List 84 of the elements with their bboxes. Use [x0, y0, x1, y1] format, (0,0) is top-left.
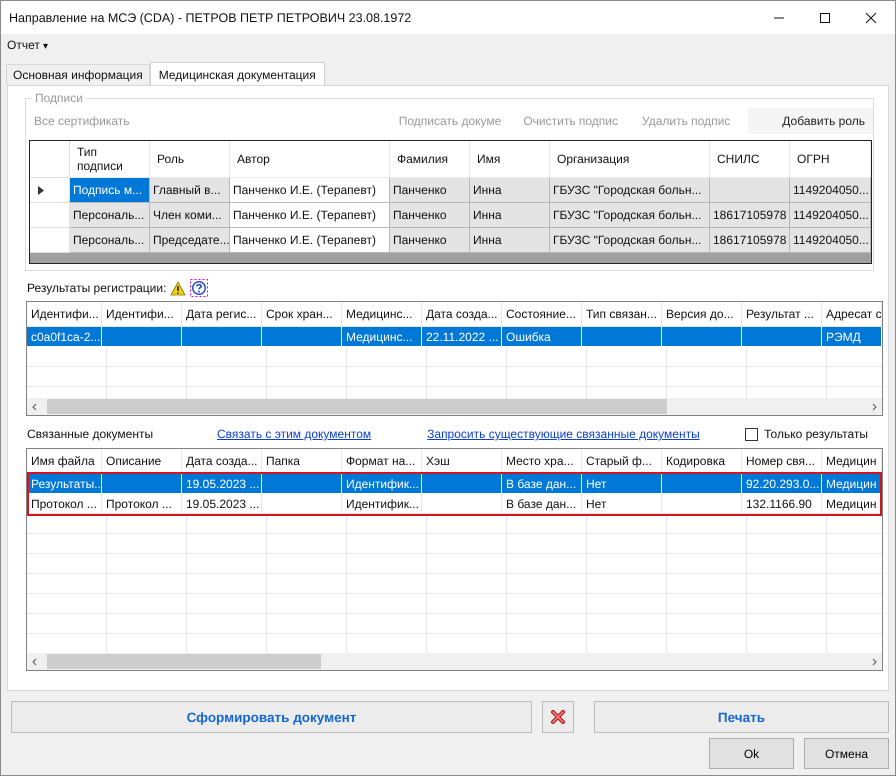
column-header[interactable]: СНИЛС [710, 141, 790, 178]
table-cell: 132.1166.90 [746, 496, 812, 510]
column-header[interactable]: Автор [230, 141, 390, 178]
table-cell: 1149204050... [790, 228, 871, 253]
cross-icon [550, 709, 566, 725]
table-cell: РЭМД [826, 330, 861, 344]
table-cell: Нет [586, 476, 606, 490]
table-cell: Подпись м... [70, 178, 150, 203]
table-cell: Панченко [390, 228, 470, 253]
column-header[interactable]: Имя [470, 141, 550, 178]
only-results-checkbox[interactable]: Только результаты [745, 427, 868, 441]
toolbar-button[interactable]: Добавить роль [748, 108, 873, 134]
table-cell: 92.20.293.0... [746, 476, 820, 490]
table-cell: 18617105978 [710, 203, 790, 228]
table-cell: Персональ... [70, 203, 150, 228]
horizontal-scrollbar[interactable] [27, 653, 882, 670]
scroll-left-icon[interactable] [31, 658, 39, 666]
table-cell: 19.05.2023 ... [186, 496, 260, 510]
table-cell: Нет [586, 496, 606, 510]
link[interactable]: Запросить существующие связанные документы [427, 427, 700, 441]
column-header[interactable]: Роль [150, 141, 230, 178]
table-cell: Панченко И.Е. (Терапевт) [230, 203, 390, 228]
window-title: Направление на МСЭ (CDA) - ПЕТРОВ ПЕТР ПЕТРОВИЧ 23.08.1972 [9, 10, 412, 24]
table-cell: Инна [470, 203, 550, 228]
table-cell: ГБУЗС "Городская больн... [550, 178, 710, 203]
table-cell: ГБУЗС "Городская больн... [550, 228, 710, 253]
table-cell: c0a0f1ca-2... [31, 330, 100, 344]
tab[interactable]: Медицинская документация [150, 62, 325, 86]
table-row[interactable]: Протокол ... Протокол ... 19.05.2023 ... Идентифик... В базе дан... Нет 132.1166.90 Медицин [27, 494, 882, 514]
column-header[interactable]: Тип подписи [70, 141, 150, 178]
table-cell: Панченко И.Е. (Терапевт) [230, 178, 390, 203]
scroll-thumb[interactable] [47, 399, 667, 414]
table-cell: ГБУЗС "Городская больн... [550, 203, 710, 228]
scroll-right-icon[interactable] [870, 402, 878, 410]
table-cell: Панченко И.Е. (Терапевт) [230, 228, 390, 253]
table-cell: Результаты... [31, 476, 101, 490]
horizontal-scrollbar[interactable] [27, 398, 882, 415]
table-cell: 22.11.2022 ... [426, 330, 499, 344]
table-cell: Медицинс... [346, 330, 412, 344]
delete-button[interactable] [542, 701, 574, 733]
column-header[interactable]: Фамилия [390, 141, 470, 178]
scroll-thumb[interactable] [47, 654, 321, 669]
table-cell: Протокол ... [31, 496, 97, 510]
table-cell: В базе дан... [506, 496, 576, 510]
table-cell: В базе дан... [506, 476, 576, 490]
cancel-button[interactable]: Отмена [804, 738, 889, 769]
table-cell: Панченко [390, 178, 470, 203]
table-cell: Идентифик... [346, 476, 419, 490]
warning-icon [170, 280, 186, 296]
table-cell: Председате... [150, 228, 230, 253]
table-cell: Член коми... [150, 203, 230, 228]
close-icon[interactable] [865, 12, 877, 24]
help-icon[interactable] [190, 279, 208, 297]
section-label: Связанные документы [27, 427, 154, 441]
table-cell: Персональ... [70, 228, 150, 253]
column-header[interactable]: ОГРН [790, 141, 871, 178]
scroll-right-icon[interactable] [870, 658, 878, 666]
section-label: Результаты регистрации: [27, 281, 166, 295]
table-cell: Главный в... [150, 178, 230, 203]
table-cell: Медицин [826, 476, 876, 490]
table-cell: Медицин [826, 496, 876, 510]
maximize-icon[interactable] [819, 12, 831, 24]
table-cell: Инна [470, 178, 550, 203]
scroll-left-icon[interactable] [31, 402, 39, 410]
table-row[interactable]: Результаты... 19.05.2023 ... Идентифик... В базе дан... Нет 92.20.293.0... Медицин [27, 474, 882, 494]
row-header[interactable] [30, 178, 70, 203]
table-row[interactable]: c0a0f1ca-2... Медицинс... 22.11.2022 ... Ошибка РЭМД [27, 327, 882, 347]
group-title: Подписи [32, 91, 86, 105]
link[interactable]: Связать с этим документом [217, 427, 372, 441]
column-header[interactable]: Организация [550, 141, 710, 178]
tab[interactable]: Основная информация [6, 64, 150, 85]
table-cell: 18617105978 [710, 228, 790, 253]
table-cell: 1149204050... [790, 203, 871, 228]
table-cell: Инна [470, 228, 550, 253]
table-cell: Ошибка [506, 330, 551, 344]
ok-button[interactable]: Ok [709, 738, 794, 769]
table-cell: 1149204050... [790, 178, 871, 203]
report-menu[interactable]: Отчет ▾ [7, 38, 48, 52]
table-cell: Панченко [390, 203, 470, 228]
table-cell: 19.05.2023 ... [186, 476, 260, 490]
print-button[interactable]: Печать [594, 701, 889, 733]
table-cell: Идентифик... [346, 496, 419, 510]
table-cell: Протокол ... [106, 496, 172, 510]
generate-document-button[interactable]: Сформировать документ [11, 701, 532, 733]
